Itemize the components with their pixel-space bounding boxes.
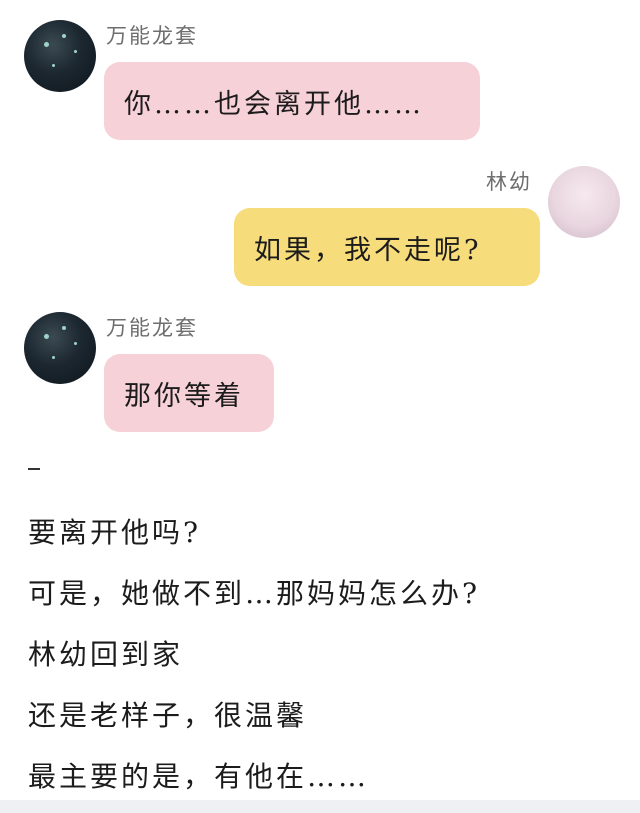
message-bubble: 你……也会离开他…… [104, 62, 480, 140]
message-bubble: 如果，我不走呢? [234, 208, 540, 286]
message-bubble: 那你等着 [104, 354, 274, 432]
avatar-wanneng-longtao[interactable] [24, 20, 96, 92]
sender-name: 林幼 [486, 170, 532, 194]
avatar-lin-you[interactable] [548, 166, 620, 238]
story-paragraph: 最主要的是，有他在…… [28, 760, 370, 793]
story-paragraph: 要离开他吗? [28, 516, 202, 549]
avatar-wanneng-longtao[interactable] [24, 312, 96, 384]
sender-name: 万能龙套 [106, 24, 198, 48]
story-paragraph: 可是，她做不到…那妈妈怎么办? [28, 577, 481, 610]
sender-name: 万能龙套 [106, 316, 198, 340]
separator [28, 468, 40, 470]
story-paragraph: 林幼回到家 [28, 638, 184, 671]
bottom-strip [0, 800, 640, 813]
story-paragraph: 还是老样子，很温馨 [28, 699, 308, 732]
